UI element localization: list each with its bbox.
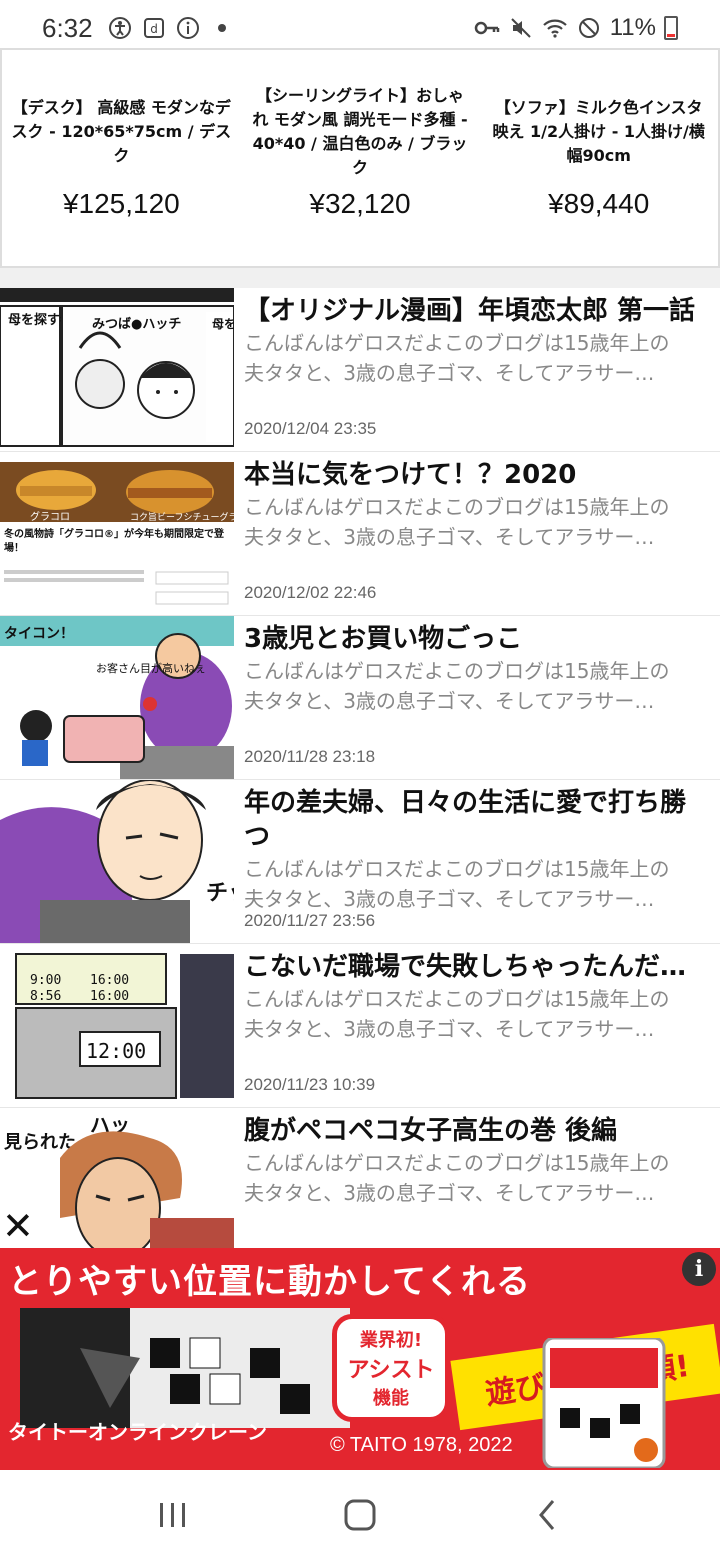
article-excerpt: 夫タタと、3歳の息子ゴマ、そしてアラサー… [244, 887, 655, 911]
ad-info-icon[interactable]: i [682, 1252, 716, 1286]
recents-icon [160, 1503, 186, 1527]
thumb-text: グラコロ [30, 510, 70, 523]
do-not-disturb-icon [576, 15, 602, 41]
accessibility-icon [107, 15, 133, 41]
article-thumbnail[interactable]: 9:00 16:00 8:56 16:00 12:00 [0, 944, 234, 1107]
section-divider [0, 268, 720, 288]
battery-percent: 11% [609, 14, 656, 41]
article-thumbnail[interactable]: グラコロ コク旨ビーフシチューグラコロ 冬の風物詩「グラコロ®」が今年も期間限定… [0, 452, 234, 615]
article-title[interactable]: 腹がペコペコ女子高生の巻 後編 [244, 1114, 710, 1148]
ad-badge: 業界初! アシスト 機能 [332, 1314, 450, 1422]
ad-badge-line: アシスト [347, 1358, 435, 1383]
article-date: 2020/11/27 23:56 [244, 911, 376, 930]
article-date: 2020/12/02 22:46 [244, 583, 377, 602]
mute-icon [508, 15, 534, 41]
ad-copyright: © TAITO 1978, 2022 [330, 1434, 513, 1456]
article-excerpt: こんばんはゲロスだよこのブログは15歳年上の [244, 857, 670, 881]
ad-badge-line: 業界初! [359, 1330, 423, 1351]
info-icon [175, 15, 201, 41]
article-date: 2020/11/28 23:18 [244, 747, 376, 766]
data-saver-icon: d [141, 15, 167, 41]
article-excerpt: こんばんはゲロスだよこのブログは15歳年上の [244, 495, 670, 519]
article-item[interactable]: タイコン！ お客さん目が高いねぇ 3歳児とお買い物ごっこ こんばんはゲロスだよこ… [0, 616, 720, 780]
thumb-text: 8:56 [30, 989, 61, 1004]
article-excerpt: 夫タタと、3歳の息子ゴマ、そしてアラサー… [244, 1181, 655, 1205]
recents-button[interactable] [143, 1485, 203, 1545]
article-thumbnail[interactable]: 母を探す者の姿は健気で みつば●ハッチ 母をたずねて●千里 [0, 288, 234, 451]
article-title[interactable]: こないだ職場で失敗しちゃったんだ… [244, 950, 710, 984]
product-name: 【ソファ】ミルク色インスタ映え 1/2人掛け - 1人掛け/横幅90cm [492, 98, 705, 165]
product-card[interactable]: 【ソファ】ミルク色インスタ映え 1/2人掛け - 1人掛け/横幅90cm ¥89… [479, 50, 718, 266]
article-excerpt: 夫タタと、3歳の息子ゴマ、そしてアラサー… [244, 361, 655, 385]
wifi-icon [542, 15, 568, 41]
ad-crane-image [20, 1308, 350, 1428]
thumb-text: コク旨ビーフシチューグラコロ [130, 511, 234, 523]
thumb-text: 16:00 [90, 973, 129, 988]
article-excerpt: 夫タタと、3歳の息子ゴマ、そしてアラサー… [244, 689, 655, 713]
article-excerpt: 夫タタと、3歳の息子ゴマ、そしてアラサー… [244, 525, 655, 549]
key-icon [474, 15, 500, 41]
product-strip: 【デスク】 高級感 モダンなデスク - 120*65*75cm / デスク ¥1… [0, 48, 720, 268]
product-price: ¥125,120 [62, 188, 180, 219]
ad-badge-line: 機能 [373, 1388, 409, 1409]
thumb-text: チッ [206, 881, 234, 906]
article-thumbnail[interactable]: 見られた… ハッ [0, 1108, 234, 1271]
battery-icon [664, 16, 678, 40]
home-button[interactable] [330, 1485, 390, 1545]
article-item[interactable]: チッ 年の差夫婦、日々の生活に愛で打ち勝つ こんばんはゲロスだよこのブログは15… [0, 780, 720, 944]
article-item[interactable]: グラコロ コク旨ビーフシチューグラコロ 冬の風物詩「グラコロ®」が今年も期間限定… [0, 452, 720, 616]
product-price: ¥32,120 [309, 188, 411, 219]
article-date: 2020/12/04 23:35 [244, 419, 377, 438]
article-date: 2020/11/23 10:39 [244, 1075, 376, 1094]
article-item[interactable]: 9:00 16:00 8:56 16:00 12:00 こないだ職場で失敗しちゃ… [0, 944, 720, 1108]
article-excerpt: こんばんはゲロスだよこのブログは15歳年上の [244, 987, 670, 1011]
thumb-text: お客さん目が高いねぇ [96, 661, 206, 675]
thumb-text: みつば●ハッチ [92, 317, 181, 332]
thumb-text: 母をたずねて●千里 [212, 316, 234, 331]
ad-close-button[interactable]: ✕ [2, 1206, 38, 1246]
thumb-text: 16:00 [90, 989, 129, 1004]
thumb-text: 9:00 [30, 973, 61, 988]
ad-banner[interactable]: とりやすい位置に動かしてくれる i 業界初! アシスト 機能 遊び方10種類! … [0, 1248, 720, 1470]
svg-text:d: d [150, 22, 158, 36]
product-price: ¥89,440 [548, 188, 650, 219]
navigation-bar [0, 1470, 720, 1560]
ad-phone-image [542, 1338, 666, 1468]
article-list: 母を探す者の姿は健気で みつば●ハッチ 母をたずねて●千里 【オリジナル漫画】年… [0, 288, 720, 1272]
article-item[interactable]: 母を探す者の姿は健気で みつば●ハッチ 母をたずねて●千里 【オリジナル漫画】年… [0, 288, 720, 452]
product-card[interactable]: 【デスク】 高級感 モダンなデスク - 120*65*75cm / デスク ¥1… [2, 50, 241, 266]
status-time: 6:32 [42, 12, 93, 43]
thumb-text: 冬の風物詩「グラコロ®」が今年も期間限定で登場！ [4, 529, 224, 554]
product-name: 【デスク】 高級感 モダンなデスク - 120*65*75cm / デスク [11, 98, 232, 165]
home-icon [344, 1499, 376, 1531]
article-excerpt: こんばんはゲロスだよこのブログは15歳年上の [244, 331, 670, 355]
thumb-text: タイコン！ [4, 626, 74, 642]
ad-headline: とりやすい位置に動かしてくれる [8, 1262, 531, 1302]
back-button[interactable] [517, 1485, 577, 1545]
product-name: 【シーリングライト】おしゃれ モダン風 調光モード多種 - 40*40 / 温白… [252, 86, 468, 177]
dot-icon [209, 15, 235, 41]
article-excerpt: 夫タタと、3歳の息子ゴマ、そしてアラサー… [244, 1017, 655, 1041]
back-icon [538, 1500, 554, 1530]
article-title[interactable]: 3歳児とお買い物ごっこ [244, 622, 710, 656]
article-title[interactable]: 年の差夫婦、日々の生活に愛で打ち勝つ [244, 786, 710, 854]
thumb-text: 12:00 [86, 1039, 146, 1063]
product-card[interactable]: 【シーリングライト】おしゃれ モダン風 調光モード多種 - 40*40 / 温白… [241, 50, 480, 266]
ad-brand: タイトーオンラインクレーン [8, 1420, 267, 1444]
article-excerpt: こんばんはゲロスだよこのブログは15歳年上の [244, 659, 670, 683]
article-title[interactable]: 本当に気をつけて！？2020 [244, 458, 710, 492]
article-excerpt: こんばんはゲロスだよこのブログは15歳年上の [244, 1151, 670, 1175]
article-thumbnail[interactable]: タイコン！ お客さん目が高いねぇ [0, 616, 234, 779]
article-thumbnail[interactable]: チッ [0, 780, 234, 943]
article-title[interactable]: 【オリジナル漫画】年頃恋太郎 第一話 [244, 294, 710, 328]
